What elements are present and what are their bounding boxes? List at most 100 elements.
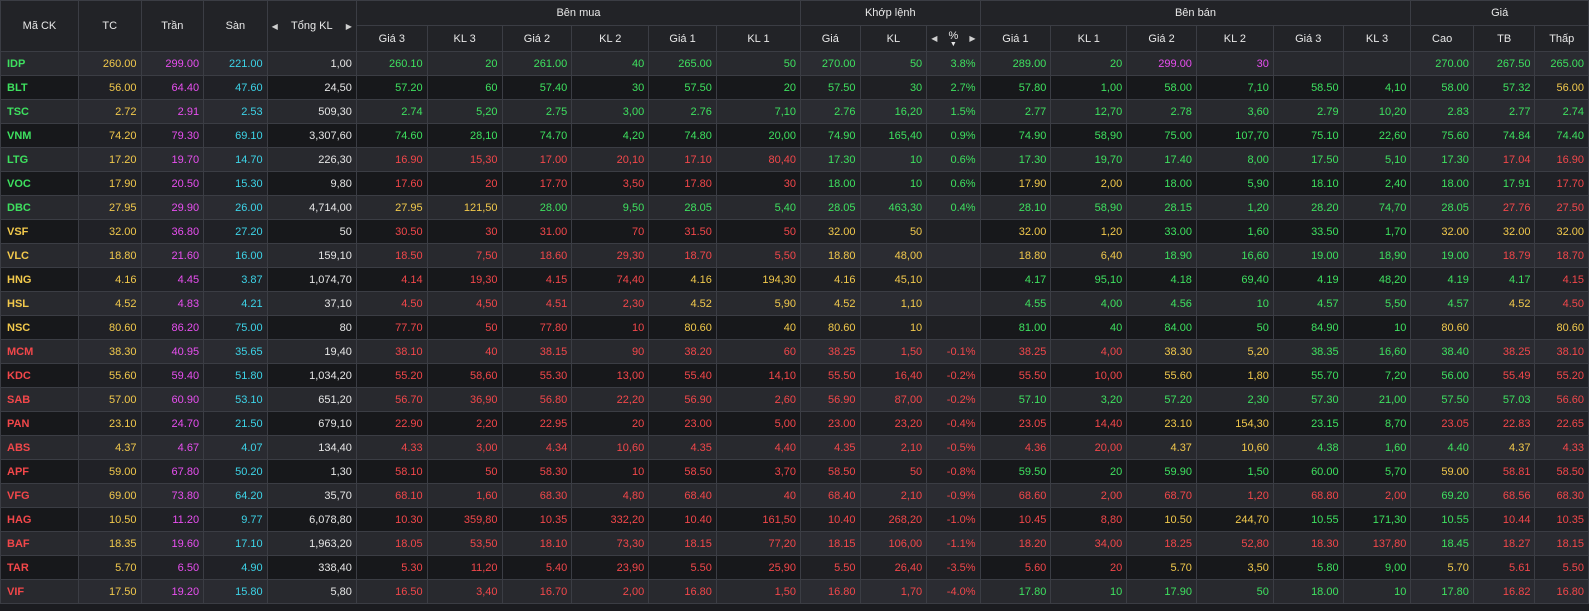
- cell-avg: 267.50: [1472, 51, 1536, 76]
- caret-left-icon[interactable]: ◀: [931, 34, 937, 43]
- table-row[interactable]: VSF 32.00 36.80 27.20 50 30.50 30 31.00 70 31.50 5…: [0, 219, 1589, 244]
- cell-symbol[interactable]: NSC: [0, 315, 79, 340]
- col-bid2[interactable]: Giá 2: [501, 25, 573, 52]
- cell-ceil: 64.40: [140, 75, 205, 100]
- cell-symbol[interactable]: SAB: [0, 387, 79, 412]
- cell-high: 59.00: [1410, 459, 1474, 484]
- table-row[interactable]: HAG 10.50 11.20 9.77 6,078,80 10.30 359,80 10.3…: [0, 507, 1589, 532]
- table-row[interactable]: TAR 5.70 6.50 4.90 338,40 5.30 11,20 5.40 23,90 5…: [0, 555, 1589, 580]
- cell-symbol[interactable]: BAF: [0, 531, 79, 556]
- cell-match-pct: -0.2%: [926, 363, 981, 388]
- cell-symbol[interactable]: DBC: [0, 195, 79, 220]
- cell-symbol[interactable]: LTG: [0, 147, 79, 172]
- table-row[interactable]: IDP 260.00 299.00 221.00 1,00 260.10 20 261.00 4…: [0, 51, 1589, 76]
- cell-symbol[interactable]: ABS: [0, 435, 79, 460]
- cell-symbol[interactable]: VLC: [0, 243, 79, 268]
- col-bid1[interactable]: Giá 1: [648, 25, 717, 52]
- cell-bid1: 2.76: [648, 99, 717, 124]
- col-bidvol3[interactable]: KL 3: [426, 25, 503, 52]
- cell-symbol[interactable]: IDP: [0, 51, 79, 76]
- cell-ref: 27.95: [77, 195, 142, 220]
- cell-symbol[interactable]: KDC: [0, 363, 79, 388]
- col-ask2[interactable]: Giá 2: [1126, 25, 1197, 52]
- col-match-vol[interactable]: KL: [859, 25, 928, 52]
- cell-floor: 4.90: [203, 555, 268, 580]
- cell-symbol[interactable]: VNM: [0, 123, 79, 148]
- table-row[interactable]: KDC 55.60 59.40 51.80 1,034,20 55.20 58,60 55.3…: [0, 363, 1589, 388]
- cell-total-vol: 1,30: [266, 459, 357, 484]
- table-row[interactable]: PAN 23.10 24.70 21.50 679,10 22.90 2,20 22.95 20…: [0, 411, 1589, 436]
- cell-symbol[interactable]: VFG: [0, 483, 79, 508]
- col-symbol[interactable]: Mã CK: [0, 0, 79, 52]
- cell-ceil: 40.95: [140, 339, 205, 364]
- cell-low: 80.60: [1534, 315, 1589, 340]
- col-low[interactable]: Thấp: [1534, 25, 1589, 52]
- cell-symbol[interactable]: HNG: [0, 267, 79, 292]
- cell-ceil: 24.70: [140, 411, 205, 436]
- caret-left-icon[interactable]: ◀: [272, 22, 278, 31]
- table-row[interactable]: BAF 18.35 19.60 17.10 1,963,20 18.05 53,50 18.1…: [0, 531, 1589, 556]
- cell-ask2: 18.25: [1126, 531, 1197, 556]
- col-avg[interactable]: TB: [1472, 25, 1536, 52]
- cell-avg: 18.79: [1472, 243, 1536, 268]
- cell-bid3: 10.30: [355, 507, 428, 532]
- table-row[interactable]: ABS 4.37 4.67 4.07 134,40 4.33 3,00 4.34 10,60 4.…: [0, 435, 1589, 460]
- cell-askvol1: 58,90: [1050, 123, 1128, 148]
- col-high[interactable]: Cao: [1410, 25, 1474, 52]
- table-row[interactable]: VNM 74.20 79.30 69.10 3,307,60 74.60 28,10 74.7…: [0, 123, 1589, 148]
- col-bid3[interactable]: Giá 3: [355, 25, 428, 52]
- cell-symbol[interactable]: MCM: [0, 339, 79, 364]
- caret-right-icon[interactable]: ▶: [969, 34, 975, 43]
- col-bidvol2[interactable]: KL 2: [571, 25, 650, 52]
- table-row[interactable]: VIF 17.50 19.20 15.80 5,80 16.50 3,40 16.70 2,00…: [0, 579, 1589, 604]
- cell-symbol[interactable]: APF: [0, 459, 79, 484]
- cell-bid1: 5.50: [648, 555, 717, 580]
- col-ceil[interactable]: Trần: [140, 0, 205, 52]
- cell-bid2: 55.30: [501, 363, 573, 388]
- table-row[interactable]: VOC 17.90 20.50 15.30 9,80 17.60 20 17.70 3,50 17…: [0, 171, 1589, 196]
- col-askvol1[interactable]: KL 1: [1050, 25, 1128, 52]
- table-row[interactable]: TSC 2.72 2.91 2.53 509,30 2.74 5,20 2.75 3,00 2.7…: [0, 99, 1589, 124]
- cell-bid3: 2.74: [355, 99, 428, 124]
- cell-askvol3: 8,70: [1342, 411, 1412, 436]
- col-askvol3[interactable]: KL 3: [1342, 25, 1412, 52]
- table-row[interactable]: MCM 38.30 40.95 35.65 19,40 38.10 40 38.15 90 38.…: [0, 339, 1589, 364]
- table-row[interactable]: HNG 4.16 4.45 3.87 1,074,70 4.14 19,30 4.15 74,4…: [0, 267, 1589, 292]
- table-row[interactable]: BLT 56.00 64.40 47.60 24,50 57.20 60 57.40 30 57.…: [0, 75, 1589, 100]
- col-ask3[interactable]: Giá 3: [1272, 25, 1344, 52]
- col-match-price[interactable]: Giá: [800, 25, 861, 52]
- col-bidvol1[interactable]: KL 1: [715, 25, 802, 52]
- cell-symbol[interactable]: TAR: [0, 555, 79, 580]
- col-ask1[interactable]: Giá 1: [979, 25, 1052, 52]
- cell-bidvol1: 1,50: [715, 579, 802, 604]
- cell-symbol[interactable]: BLT: [0, 75, 79, 100]
- table-row[interactable]: HSL 4.52 4.83 4.21 37,10 4.50 4,50 4.51 2,30 4.52…: [0, 291, 1589, 316]
- table-row[interactable]: VFG 69.00 73.80 64.20 35,70 68.10 1,60 68.30 4,8…: [0, 483, 1589, 508]
- col-match-pct[interactable]: ◀ % ▼ ▶: [926, 25, 981, 52]
- cell-avg: 10.44: [1472, 507, 1536, 532]
- table-row[interactable]: VLC 18.80 21.60 16.00 159,10 18.50 7,50 18.60 29…: [0, 243, 1589, 268]
- col-askvol2[interactable]: KL 2: [1195, 25, 1274, 52]
- cell-symbol[interactable]: VOC: [0, 171, 79, 196]
- cell-low: 56.00: [1534, 75, 1589, 100]
- table-row[interactable]: NSC 80.60 86.20 75.00 80 77.70 50 77.80 10 80.60 4…: [0, 315, 1589, 340]
- table-row[interactable]: SAB 57.00 60.90 53.10 651,20 56.70 36,90 56.80 2…: [0, 387, 1589, 412]
- cell-ceil: 6.50: [140, 555, 205, 580]
- cell-bidvol2: 74,40: [571, 267, 650, 292]
- cell-match-vol: 10: [859, 315, 928, 340]
- table-row[interactable]: LTG 17.20 19.70 14.70 226,30 16.90 15,30 17.00 2…: [0, 147, 1589, 172]
- cell-symbol[interactable]: HSL: [0, 291, 79, 316]
- cell-symbol[interactable]: VSF: [0, 219, 79, 244]
- table-row[interactable]: DBC 27.95 29.90 26.00 4,714,00 27.95 121,50 28.…: [0, 195, 1589, 220]
- cell-symbol[interactable]: TSC: [0, 99, 79, 124]
- col-floor[interactable]: Sàn: [203, 0, 268, 52]
- table-row[interactable]: APF 59.00 67.80 50.20 1,30 58.10 50 58.30 10 58.5…: [0, 459, 1589, 484]
- col-ref[interactable]: TC: [77, 0, 142, 52]
- cell-symbol[interactable]: HAG: [0, 507, 79, 532]
- cell-ask2: 4.18: [1126, 267, 1197, 292]
- cell-symbol[interactable]: VIF: [0, 579, 79, 604]
- caret-right-icon[interactable]: ▶: [346, 22, 352, 31]
- cell-symbol[interactable]: PAN: [0, 411, 79, 436]
- cell-ask2: 57.20: [1126, 387, 1197, 412]
- col-total-vol[interactable]: ◀ Tổng KL ▶: [266, 0, 357, 52]
